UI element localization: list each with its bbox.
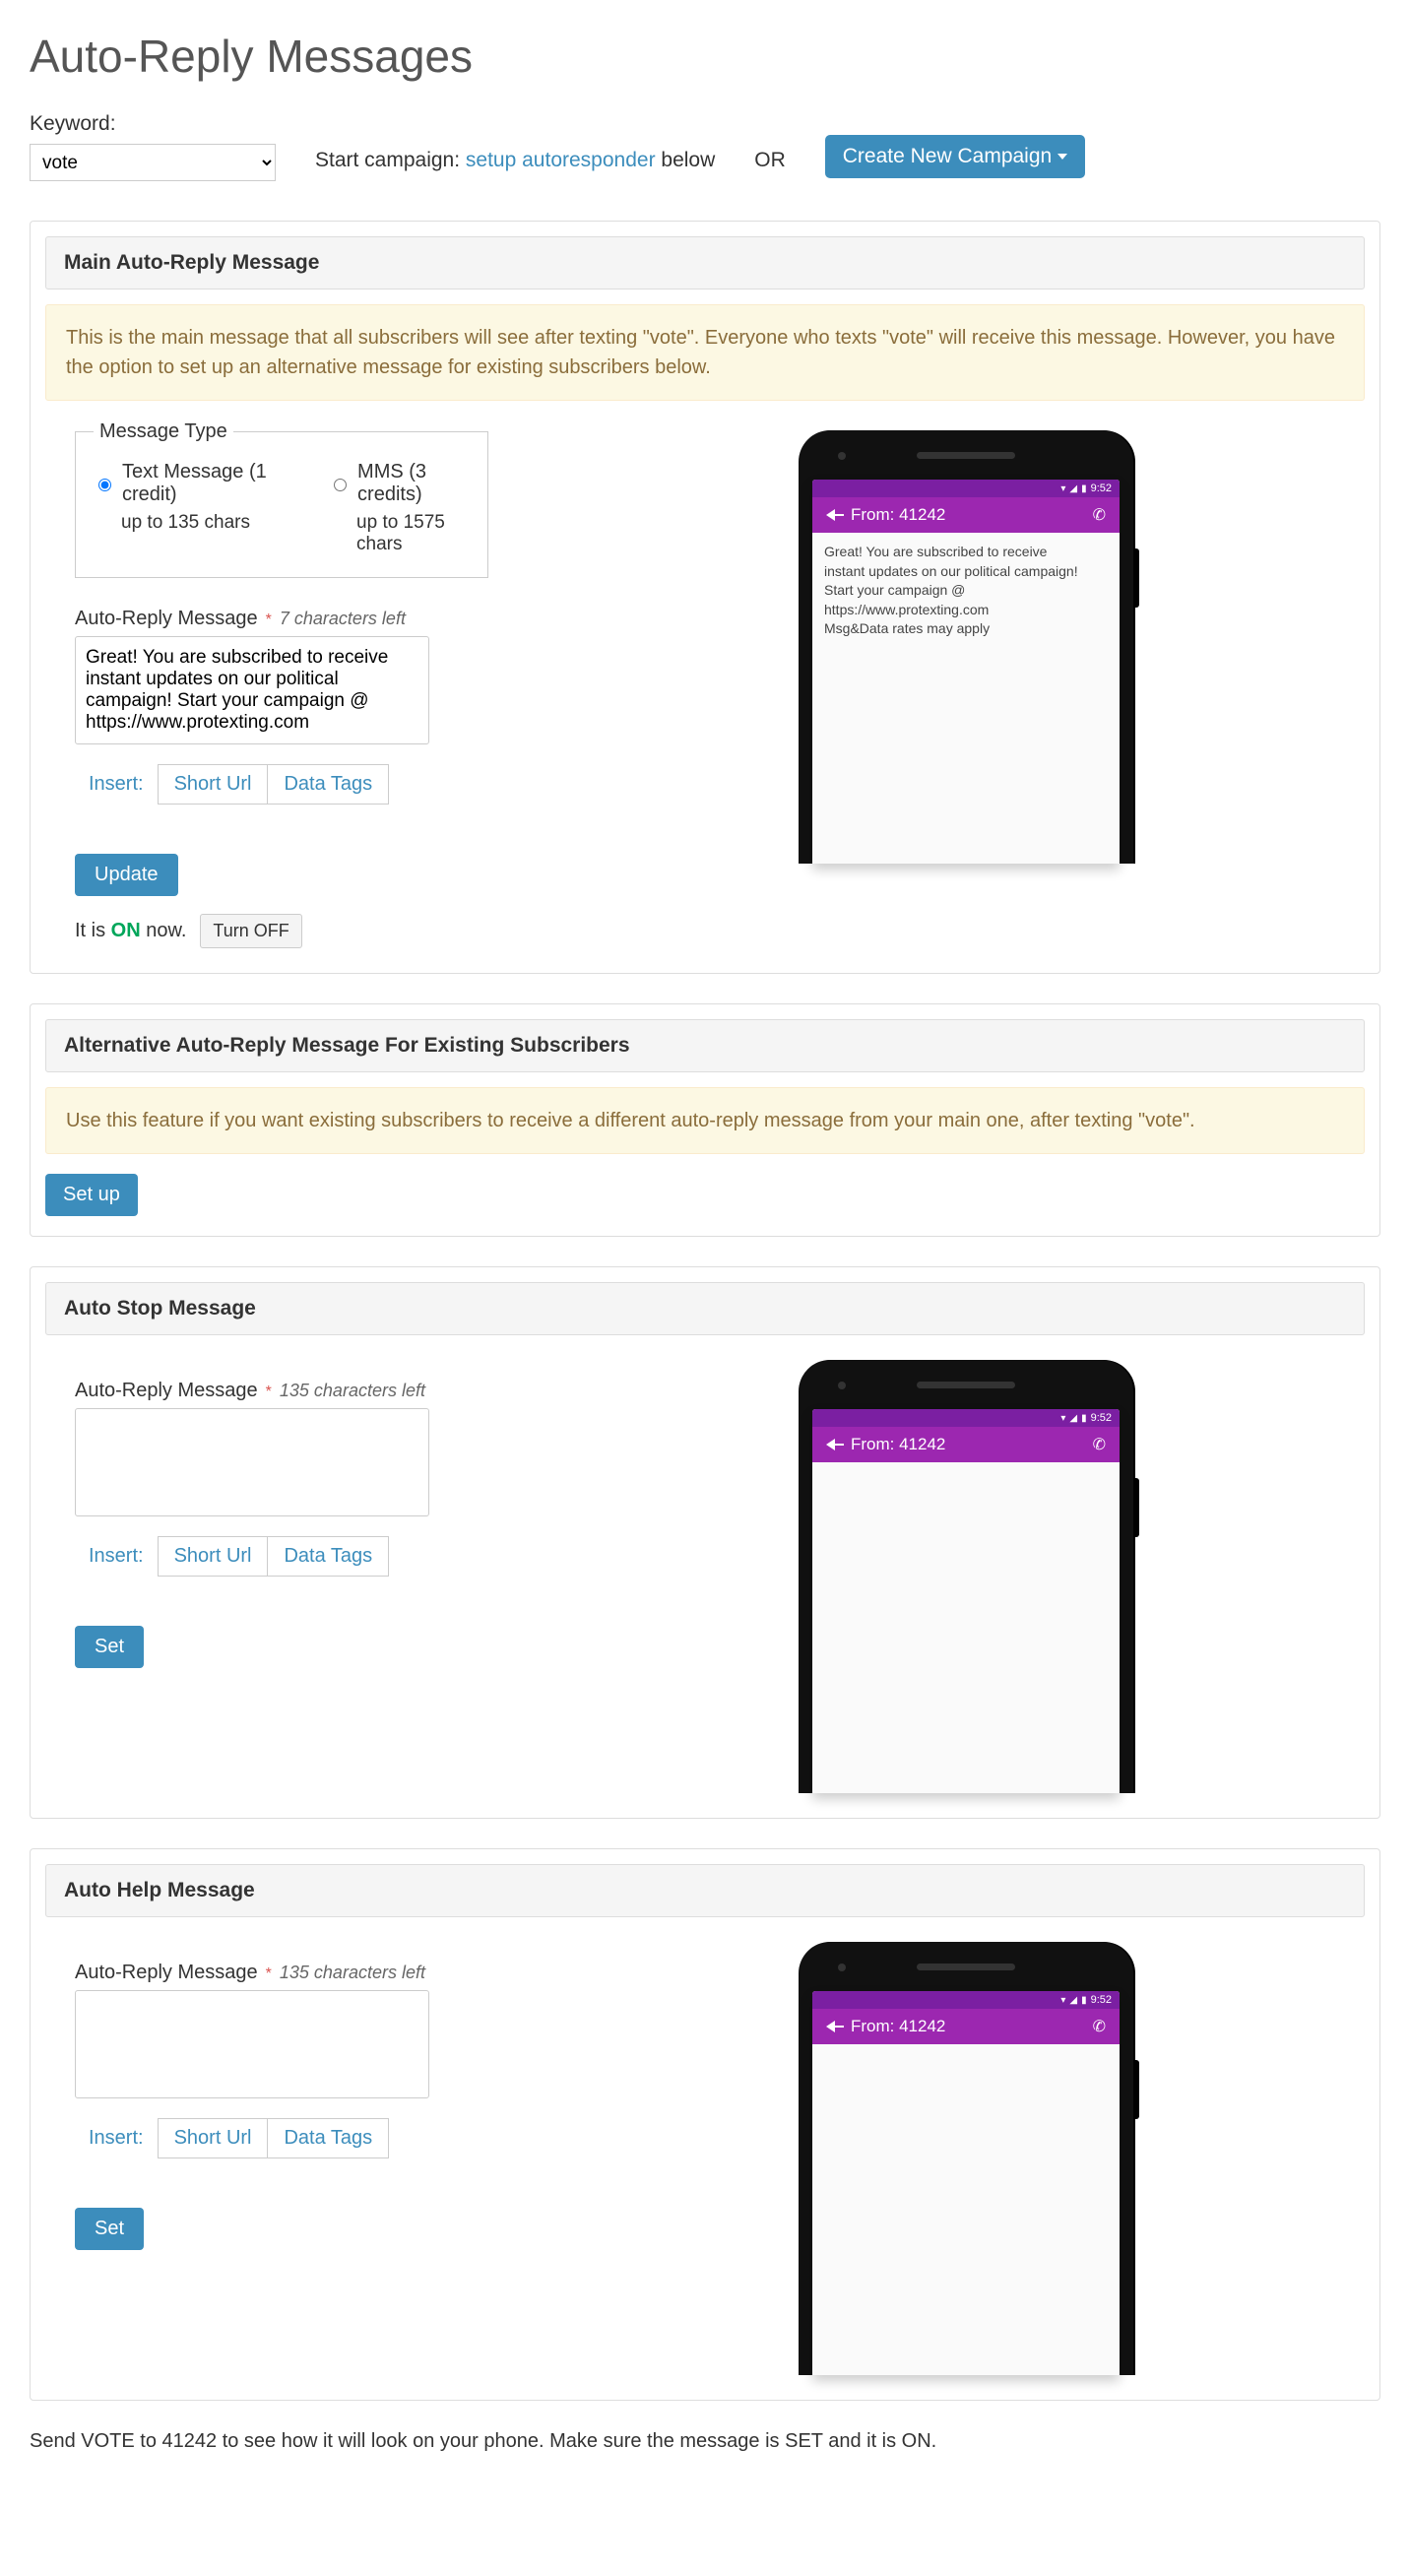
stop-message-textarea[interactable] [75,1408,429,1516]
battery-icon: ▮ [1081,1413,1087,1424]
battery-icon: ▮ [1081,483,1087,494]
auto-stop-panel: Auto Stop Message Auto-Reply Message * 1… [30,1266,1380,1819]
back-arrow-icon [826,1439,835,1450]
auto-help-panel: Auto Help Message Auto-Reply Message * 1… [30,1848,1380,2401]
or-separator: OR [754,149,786,172]
main-field-label: Auto-Reply Message [75,608,258,630]
phone-time: 9:52 [1091,1994,1112,2006]
required-asterisk: * [266,612,272,629]
phone-preview-main: ▾ ◢ ▮ 9:52 From: 41242 ✆ Great! You are … [799,430,1133,864]
phone-time: 9:52 [1091,483,1112,494]
insert-label: Insert: [75,773,144,796]
signal-icon: ◢ [1069,1995,1077,2006]
update-button[interactable]: Update [75,854,178,896]
short-url-button[interactable]: Short Url [158,1536,269,1577]
wifi-icon: ▾ [1060,483,1065,494]
alt-info-box: Use this feature if you want existing su… [45,1087,1365,1154]
phone-from: From: 41242 [851,505,945,525]
phone-call-icon: ✆ [1093,1435,1106,1454]
stop-chars-left: 135 characters left [280,1381,425,1401]
footer-note: Send VOTE to 41242 to see how it will lo… [30,2430,1380,2453]
insert-label: Insert: [75,2127,144,2150]
radio-sms-sub: up to 135 chars [94,512,289,534]
radio-mms-input[interactable] [334,479,347,491]
back-arrow-icon [826,2021,835,2032]
back-arrow-icon [826,509,835,521]
alternative-panel: Alternative Auto-Reply Message For Exist… [30,1003,1380,1237]
status-text: It is ON now. [75,920,186,942]
radio-mms-sub: up to 1575 chars [329,512,470,555]
help-field-label: Auto-Reply Message [75,1962,258,1984]
signal-icon: ◢ [1069,483,1077,494]
main-info-box: This is the main message that all subscr… [45,304,1365,401]
wifi-icon: ▾ [1060,1413,1065,1424]
set-button-help[interactable]: Set [75,2208,144,2250]
phone-message-area [812,1462,1120,1482]
data-tags-button[interactable]: Data Tags [268,764,389,805]
help-chars-left: 135 characters left [280,1963,425,1983]
battery-icon: ▮ [1081,1995,1087,2006]
message-type-fieldset: Message Type Text Message (1 credit) up … [75,420,488,578]
phone-preview-stop: ▾ ◢ ▮ 9:52 From: 41242 ✆ [799,1360,1133,1793]
main-panel-header: Main Auto-Reply Message [45,236,1365,290]
phone-message-area [812,2044,1120,2064]
radio-sms-input[interactable] [98,479,111,491]
keyword-select[interactable]: vote [30,144,276,181]
message-type-legend: Message Type [94,420,233,443]
set-button-stop[interactable]: Set [75,1626,144,1668]
phone-call-icon: ✆ [1093,2017,1106,2036]
page-title: Auto-Reply Messages [30,30,1380,83]
short-url-button[interactable]: Short Url [158,2118,269,2158]
phone-message-area: Great! You are subscribed to receive ins… [812,533,1120,649]
phone-call-icon: ✆ [1093,505,1106,525]
caret-down-icon [1058,154,1067,160]
setup-autoresponder-link[interactable]: setup autoresponder [466,149,656,171]
stop-field-label: Auto-Reply Message [75,1380,258,1402]
insert-label: Insert: [75,1545,144,1568]
turn-off-button[interactable]: Turn OFF [200,914,301,948]
main-message-textarea[interactable] [75,636,429,744]
alt-panel-header: Alternative Auto-Reply Message For Exist… [45,1019,1365,1072]
help-message-textarea[interactable] [75,1990,429,2098]
data-tags-button[interactable]: Data Tags [268,1536,389,1577]
data-tags-button[interactable]: Data Tags [268,2118,389,2158]
radio-mms[interactable]: MMS (3 credits) [329,461,470,506]
main-chars-left: 7 characters left [280,609,406,629]
create-new-campaign-button[interactable]: Create New Campaign [825,135,1085,178]
keyword-label: Keyword: [30,112,276,136]
phone-time: 9:52 [1091,1412,1112,1424]
required-asterisk: * [266,1384,272,1401]
required-asterisk: * [266,1965,272,1983]
phone-preview-help: ▾ ◢ ▮ 9:52 From: 41242 ✆ [799,1942,1133,2375]
stop-panel-header: Auto Stop Message [45,1282,1365,1335]
short-url-button[interactable]: Short Url [158,764,269,805]
main-auto-reply-panel: Main Auto-Reply Message This is the main… [30,221,1380,974]
phone-from: From: 41242 [851,1435,945,1454]
wifi-icon: ▾ [1060,1995,1065,2006]
setup-button[interactable]: Set up [45,1174,138,1216]
help-panel-header: Auto Help Message [45,1864,1365,1917]
phone-from: From: 41242 [851,2017,945,2036]
signal-icon: ◢ [1069,1413,1077,1424]
radio-text-message[interactable]: Text Message (1 credit) [94,461,289,506]
start-campaign-text: Start campaign: setup autoresponder belo… [315,149,715,172]
